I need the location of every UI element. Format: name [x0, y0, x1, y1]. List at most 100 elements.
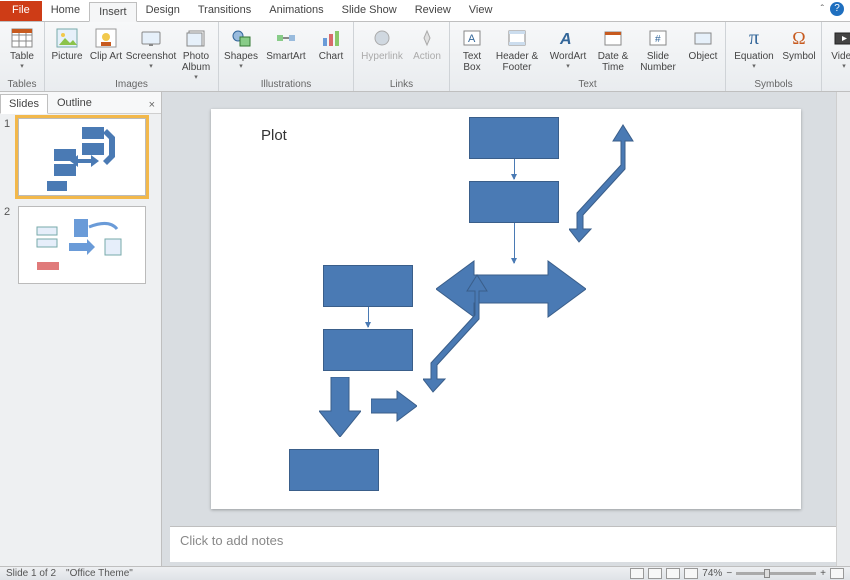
group-label-text: Text	[454, 79, 721, 91]
object-button[interactable]: Object	[685, 24, 721, 62]
chart-button[interactable]: Chart	[313, 24, 349, 62]
svg-text:A: A	[559, 31, 572, 48]
shape-connector-arrow[interactable]	[514, 159, 515, 179]
table-button[interactable]: Table▾	[4, 24, 40, 70]
shape-rectangle[interactable]	[469, 181, 559, 223]
slide-thumbnail-1[interactable]	[18, 118, 146, 196]
panel-tab-outline[interactable]: Outline	[48, 93, 101, 113]
tab-design[interactable]: Design	[137, 1, 189, 21]
tab-slideshow[interactable]: Slide Show	[333, 1, 406, 21]
tab-review[interactable]: Review	[406, 1, 460, 21]
slidenum-button[interactable]: #Slide Number	[634, 24, 682, 73]
ribbon-tabstrip: File Home Insert Design Transitions Anim…	[0, 0, 850, 22]
headerfooter-icon	[505, 26, 529, 50]
view-normal-button[interactable]	[630, 568, 644, 579]
slides-panel: Slides Outline × 1	[0, 92, 162, 566]
headerfooter-button[interactable]: Header & Footer	[493, 24, 541, 73]
photo-album-icon	[184, 26, 208, 50]
shape-rectangle[interactable]	[323, 265, 413, 307]
zoom-slider[interactable]	[736, 572, 816, 575]
table-icon	[10, 26, 34, 50]
group-illustrations: Shapes▾ SmartArt Chart Illustrations	[219, 22, 354, 91]
clipart-button[interactable]: Clip Art	[88, 24, 124, 62]
chart-icon	[319, 26, 343, 50]
video-button[interactable]: Video▾	[826, 24, 850, 70]
shape-rectangle[interactable]	[469, 117, 559, 159]
svg-text:A: A	[468, 33, 476, 45]
slide-title-text[interactable]: Plot	[261, 127, 287, 144]
shape-down-arrow[interactable]	[319, 377, 361, 437]
view-slideshow-button[interactable]	[684, 568, 698, 579]
photo-album-button[interactable]: Photo Album▾	[178, 24, 214, 81]
wordart-button[interactable]: AWordArt▾	[544, 24, 592, 70]
equation-icon: π	[742, 26, 766, 50]
panel-tabs: Slides Outline ×	[0, 92, 161, 114]
notes-pane[interactable]: Click to add notes	[170, 526, 842, 562]
zoom-value: 74%	[702, 568, 722, 579]
datetime-button[interactable]: Date & Time	[595, 24, 631, 73]
action-button[interactable]: Action	[409, 24, 445, 62]
zoom-out-button[interactable]: −	[726, 568, 732, 579]
view-reading-button[interactable]	[666, 568, 680, 579]
picture-icon	[55, 26, 79, 50]
tab-insert[interactable]: Insert	[89, 2, 137, 22]
group-symbols: πEquation▾ ΩSymbol Symbols	[726, 22, 822, 91]
thumbnail-list: 1 2	[0, 114, 161, 566]
group-label-symbols: Symbols	[730, 79, 817, 91]
file-tab[interactable]: File	[0, 1, 42, 21]
group-label-links: Links	[358, 79, 445, 91]
hyperlink-icon	[370, 26, 394, 50]
video-icon	[832, 26, 850, 50]
zoom-in-button[interactable]: +	[820, 568, 826, 579]
shape-rectangle[interactable]	[289, 449, 379, 491]
slidenum-icon: #	[646, 26, 670, 50]
tab-animations[interactable]: Animations	[260, 1, 332, 21]
thumb-number: 1	[4, 118, 14, 196]
equation-button[interactable]: πEquation▾	[730, 24, 778, 70]
help-icon[interactable]: ?	[830, 2, 844, 16]
picture-button[interactable]: Picture	[49, 24, 85, 62]
clipart-icon	[94, 26, 118, 50]
shape-elbow-arrow[interactable]	[569, 117, 649, 247]
panel-close-icon[interactable]: ×	[143, 97, 161, 113]
status-slide-indicator: Slide 1 of 2	[6, 568, 56, 579]
svg-text:#: #	[655, 34, 661, 45]
group-label-images: Images	[49, 79, 214, 91]
thumb-number: 2	[4, 206, 14, 284]
slide-thumbnail-2[interactable]	[18, 206, 146, 284]
screenshot-icon	[139, 26, 163, 50]
shape-connector-arrow[interactable]	[368, 307, 369, 327]
shape-elbow-arrow[interactable]	[423, 267, 503, 397]
screenshot-button[interactable]: Screenshot▾	[127, 24, 175, 70]
slide-canvas[interactable]: Plot	[211, 109, 801, 509]
wordart-icon: A	[556, 26, 580, 50]
shape-rectangle[interactable]	[323, 329, 413, 371]
group-images: Picture Clip Art Screenshot▾ Photo Album…	[45, 22, 219, 91]
minimize-ribbon-icon[interactable]: ˆ	[821, 4, 824, 15]
action-icon	[415, 26, 439, 50]
tab-view[interactable]: View	[460, 1, 502, 21]
vertical-scrollbar[interactable]	[836, 92, 850, 566]
group-links: Hyperlink Action Links	[354, 22, 450, 91]
tab-transitions[interactable]: Transitions	[189, 1, 260, 21]
symbol-button[interactable]: ΩSymbol	[781, 24, 817, 62]
datetime-icon	[601, 26, 625, 50]
ribbon: Table▾ Tables Picture Clip Art Screensho…	[0, 22, 850, 92]
view-sorter-button[interactable]	[648, 568, 662, 579]
textbox-button[interactable]: AText Box	[454, 24, 490, 73]
shapes-button[interactable]: Shapes▾	[223, 24, 259, 70]
group-tables: Table▾ Tables	[0, 22, 45, 91]
canvas-area: Plot	[162, 92, 850, 566]
fit-to-window-button[interactable]	[830, 568, 844, 579]
symbol-icon: Ω	[787, 26, 811, 50]
smartart-button[interactable]: SmartArt	[262, 24, 310, 62]
shapes-icon	[229, 26, 253, 50]
tab-home[interactable]: Home	[42, 1, 89, 21]
hyperlink-button[interactable]: Hyperlink	[358, 24, 406, 62]
group-text: AText Box Header & Footer AWordArt▾ Date…	[450, 22, 726, 91]
slide-viewport[interactable]: Plot	[162, 92, 850, 526]
status-theme: "Office Theme"	[66, 568, 133, 579]
shape-right-arrow[interactable]	[371, 389, 417, 423]
panel-tab-slides[interactable]: Slides	[0, 94, 48, 114]
workspace: Slides Outline × 1	[0, 92, 850, 566]
